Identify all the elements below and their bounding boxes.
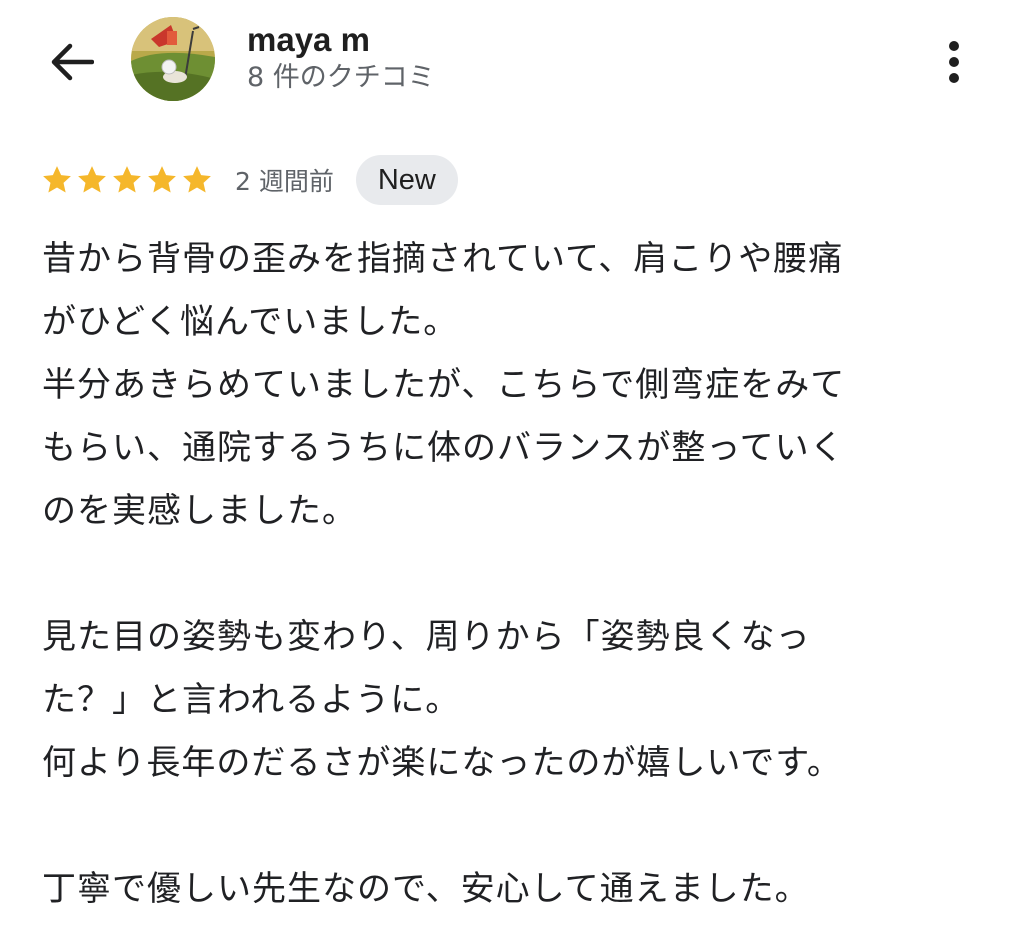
star-icon [183, 166, 211, 193]
review-header: maya m 8 件のクチコミ [0, 0, 1024, 130]
star-icon [43, 166, 71, 193]
back-button[interactable] [42, 34, 102, 90]
review-line: 半分あきらめていましたが、こちらで側弯症をみて [42, 365, 846, 405]
review-line: 何より長年のだるさが楽になったのが嬉しいです。 [42, 743, 842, 783]
review-text: 昔から背骨の歪みを指摘されていて、肩こりや腰痛 がひどく悩んでいました。半分あきら… [42, 228, 982, 921]
arrow-left-icon [51, 43, 94, 81]
star-icon [113, 166, 141, 193]
review-line [42, 795, 982, 858]
more-vert-icon [949, 41, 959, 83]
review-line: 昔から背骨の歪みを指摘されていて、肩こりや腰痛 [42, 239, 844, 279]
review-detail-page: maya m 8 件のクチコミ 2 週間前 New 昔から背骨の歪みを指摘されて… [0, 0, 1024, 926]
star-rating [40, 163, 214, 197]
more-options-button[interactable] [928, 34, 980, 90]
review-count[interactable]: 8 件のクチコミ [247, 60, 435, 96]
review-line: 見た目の姿勢も変わり、周りから「姿勢良くなっ [42, 617, 811, 657]
review-line: もらい、通院するうちに体のバランスが整っていく [42, 428, 845, 468]
avatar[interactable] [131, 17, 215, 101]
review-line: 丁寧で優しい先生なので、安心して通えました。 [42, 869, 810, 909]
star-icon [148, 166, 176, 193]
review-line: がひどく悩んでいました。 [42, 302, 459, 342]
review-line: た？」と言われるように。 [42, 680, 461, 720]
user-name[interactable]: maya m [247, 20, 370, 60]
review-time: 2 週間前 [235, 167, 334, 196]
review-line: のを実感しました。 [42, 491, 357, 531]
new-badge: New [355, 155, 458, 205]
avatar-image [131, 17, 215, 101]
rating-row: 2 週間前 New [40, 155, 458, 205]
star-icon [78, 166, 106, 193]
review-line [42, 543, 982, 606]
